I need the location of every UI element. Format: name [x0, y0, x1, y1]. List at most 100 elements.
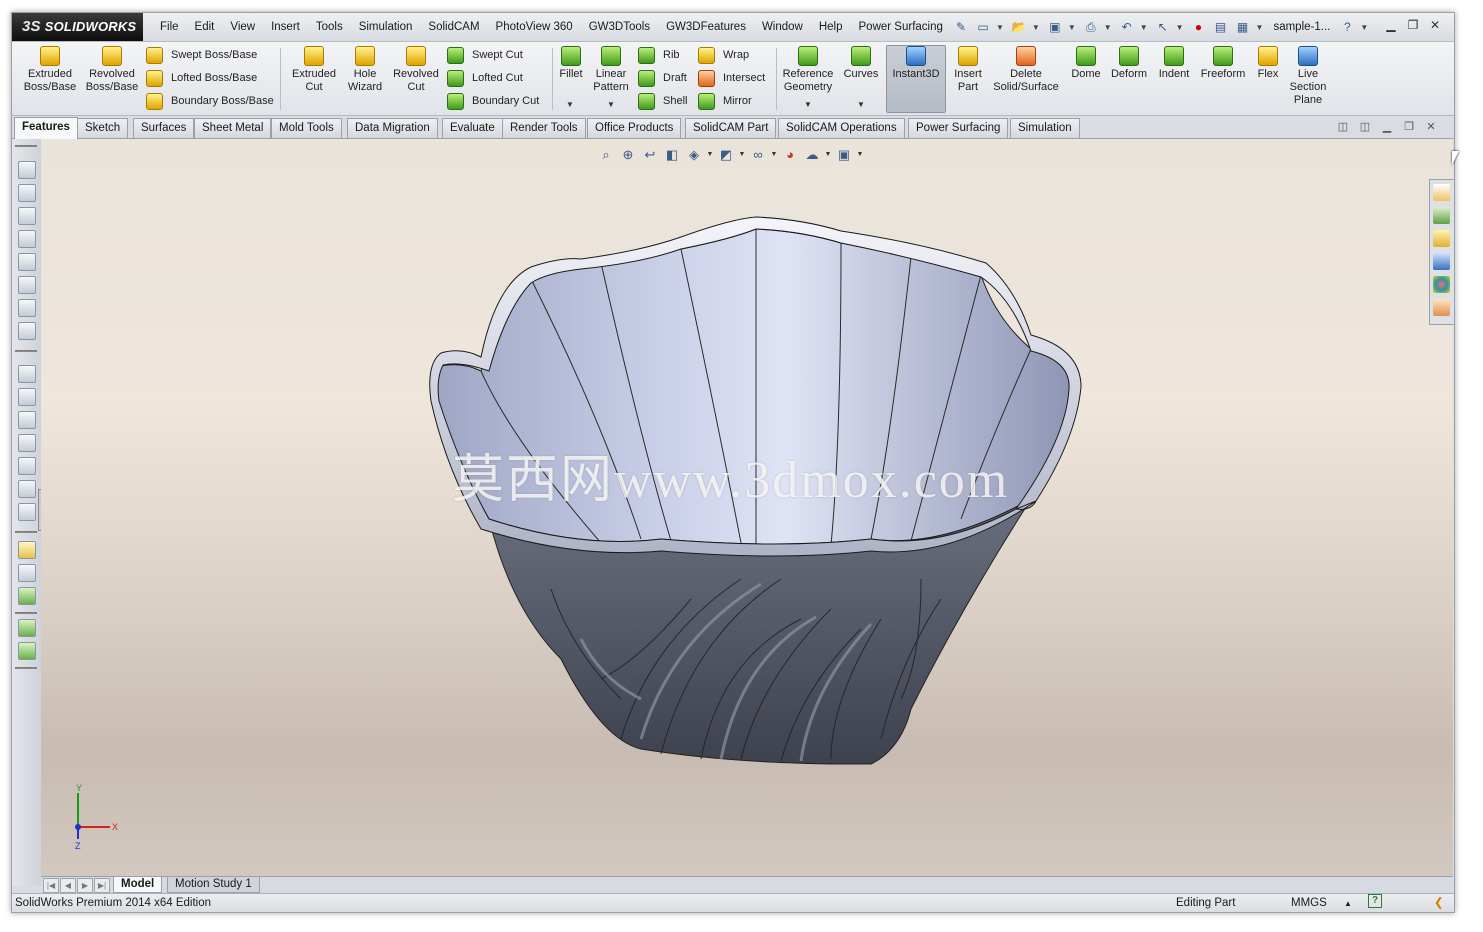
menu-simulation[interactable]: Simulation — [351, 13, 421, 41]
view-orientation-icon[interactable] — [18, 480, 36, 498]
sketch-edit-icon[interactable] — [18, 541, 36, 559]
save-icon[interactable]: ▣ — [1046, 18, 1064, 36]
sketch-tool-icon[interactable] — [18, 230, 36, 248]
doc-close-icon[interactable]: ✕ — [1420, 120, 1442, 133]
menu-photoview[interactable]: PhotoView 360 — [488, 13, 581, 41]
chevron-down-icon[interactable]: ▼ — [1256, 23, 1264, 32]
next-tab-icon[interactable]: ▶ — [77, 878, 93, 893]
tab-power-surfacing[interactable]: Power Surfacing — [908, 118, 1009, 138]
restore-icon[interactable]: ❐ — [1402, 18, 1424, 32]
menu-window[interactable]: Window — [754, 13, 811, 41]
tab-mold-tools[interactable]: Mold Tools — [271, 118, 342, 138]
chevron-down-icon[interactable]: ▼ — [566, 100, 574, 109]
expand-left-icon[interactable]: ❮ — [1434, 894, 1444, 912]
file-explorer-icon[interactable] — [1433, 230, 1450, 247]
menu-view[interactable]: View — [222, 13, 263, 41]
sketch-tool-icon[interactable] — [18, 207, 36, 225]
sketch-tool-icon[interactable] — [18, 161, 36, 179]
extruded-boss-button[interactable]: Extruded Boss/Base — [22, 46, 78, 94]
menu-solidcam[interactable]: SolidCAM — [420, 13, 487, 41]
doc-restore-icon[interactable]: ❐ — [1398, 120, 1420, 133]
bowl-model[interactable] — [41, 139, 1453, 886]
tab-simulation[interactable]: Simulation — [1010, 118, 1080, 138]
menu-tools[interactable]: Tools — [308, 13, 351, 41]
chevron-down-icon[interactable]: ▼ — [769, 146, 779, 164]
file-properties-icon[interactable]: ▤ — [1212, 18, 1230, 36]
last-tab-icon[interactable]: ▶| — [94, 878, 110, 893]
chevron-down-icon[interactable]: ▼ — [1360, 23, 1368, 32]
hide-show-items-icon[interactable]: ∞ — [747, 146, 769, 164]
chevron-down-icon[interactable]: ▼ — [857, 100, 865, 109]
section-view-icon[interactable]: ◧ — [661, 146, 683, 164]
reference-geometry-button[interactable]: Reference Geometry — [778, 46, 838, 94]
tile-horizontal-icon[interactable]: ◫ — [1332, 120, 1354, 133]
view-orientation-icon[interactable]: ◈ — [683, 146, 705, 164]
boundary-boss-button[interactable]: Boundary Boss/Base — [146, 91, 274, 111]
insert-part-button[interactable]: Insert Part — [948, 46, 988, 94]
chevron-down-icon[interactable]: ▼ — [607, 100, 615, 109]
units-selector[interactable]: MMGS — [1291, 894, 1327, 912]
tab-solidcam-operations[interactable]: SolidCAM Operations — [778, 118, 905, 138]
chevron-up-icon[interactable]: ▲ — [1344, 894, 1352, 912]
tab-evaluate[interactable]: Evaluate — [442, 118, 503, 138]
view-orientation-icon[interactable] — [18, 411, 36, 429]
view-orientation-icon[interactable] — [18, 503, 36, 521]
apply-scene-icon[interactable]: ☁ — [801, 146, 823, 164]
mirror-button[interactable]: Mirror — [698, 91, 752, 111]
tab-sheet-metal[interactable]: Sheet Metal — [194, 118, 272, 138]
chevron-down-icon[interactable]: ▼ — [1068, 23, 1076, 32]
sketch-tool-icon[interactable] — [18, 184, 36, 202]
home-icon[interactable] — [1433, 184, 1450, 201]
undo-icon[interactable]: ↶ — [1118, 18, 1136, 36]
solidworks-logo[interactable]: 3S SOLIDWORKS — [12, 13, 143, 41]
select-arrow-icon[interactable]: ↖ — [1154, 18, 1172, 36]
view-settings-icon[interactable]: ▣ — [833, 146, 855, 164]
menu-file[interactable]: File — [152, 13, 187, 41]
draft-button[interactable]: Draft — [638, 68, 687, 88]
instant3d-button[interactable]: Instant3D — [886, 46, 946, 81]
wrap-button[interactable]: Wrap — [698, 45, 749, 65]
view-orientation-icon[interactable] — [18, 434, 36, 452]
tab-sketch[interactable]: Sketch — [77, 118, 129, 138]
menu-insert[interactable]: Insert — [263, 13, 308, 41]
curves-button[interactable]: Curves — [842, 46, 880, 81]
revolved-cut-button[interactable]: Revolved Cut — [390, 46, 442, 94]
view-orientation-icon[interactable] — [18, 388, 36, 406]
tab-surfaces[interactable]: Surfaces — [133, 118, 195, 138]
chevron-down-icon[interactable]: ▼ — [1176, 23, 1184, 32]
display-style-icon[interactable]: ◩ — [715, 146, 737, 164]
chevron-down-icon[interactable]: ▼ — [737, 146, 747, 164]
tab-motion-study-1[interactable]: Motion Study 1 — [167, 877, 260, 893]
options-icon[interactable]: ▦ — [1234, 18, 1252, 36]
layer-icon[interactable] — [18, 619, 36, 637]
delete-solid-surface-button[interactable]: Delete Solid/Surface — [990, 46, 1062, 94]
sketch-tool-icon[interactable] — [18, 322, 36, 340]
shell-button[interactable]: Shell — [638, 91, 687, 111]
swept-boss-button[interactable]: Swept Boss/Base — [146, 45, 257, 65]
boundary-cut-button[interactable]: Boundary Cut — [447, 91, 539, 111]
swept-cut-button[interactable]: Swept Cut — [447, 45, 523, 65]
indent-button[interactable]: Indent — [1154, 46, 1194, 81]
zoom-to-fit-icon[interactable]: ⌕ — [595, 146, 617, 164]
chevron-down-icon[interactable]: ▼ — [823, 146, 833, 164]
previous-view-icon[interactable]: ↩ — [639, 146, 661, 164]
linear-pattern-button[interactable]: Linear Pattern — [590, 46, 632, 94]
custom-properties-icon[interactable] — [1433, 299, 1450, 316]
view-palette-icon[interactable] — [1433, 253, 1450, 270]
rib-button[interactable]: Rib — [638, 45, 680, 65]
relations-icon[interactable] — [18, 587, 36, 605]
live-section-plane-button[interactable]: Live Section Plane — [1286, 46, 1330, 107]
graphics-area[interactable]: 莫西网www.3dmox.com Y X Z — [41, 139, 1453, 886]
menu-edit[interactable]: Edit — [187, 13, 223, 41]
tab-office-products[interactable]: Office Products — [587, 118, 682, 138]
open-folder-icon[interactable]: 📂 — [1010, 18, 1028, 36]
first-tab-icon[interactable]: |◀ — [43, 878, 59, 893]
chevron-down-icon[interactable]: ▼ — [855, 146, 865, 164]
pin-icon[interactable]: ✎ — [952, 18, 970, 36]
deform-button[interactable]: Deform — [1108, 46, 1150, 81]
doc-minimize-icon[interactable]: ▁ — [1376, 120, 1398, 133]
extruded-cut-button[interactable]: Extruded Cut — [286, 46, 342, 94]
tab-features[interactable]: Features — [14, 117, 78, 139]
print-icon[interactable]: ⎙ — [1082, 18, 1100, 36]
lofted-cut-button[interactable]: Lofted Cut — [447, 68, 523, 88]
